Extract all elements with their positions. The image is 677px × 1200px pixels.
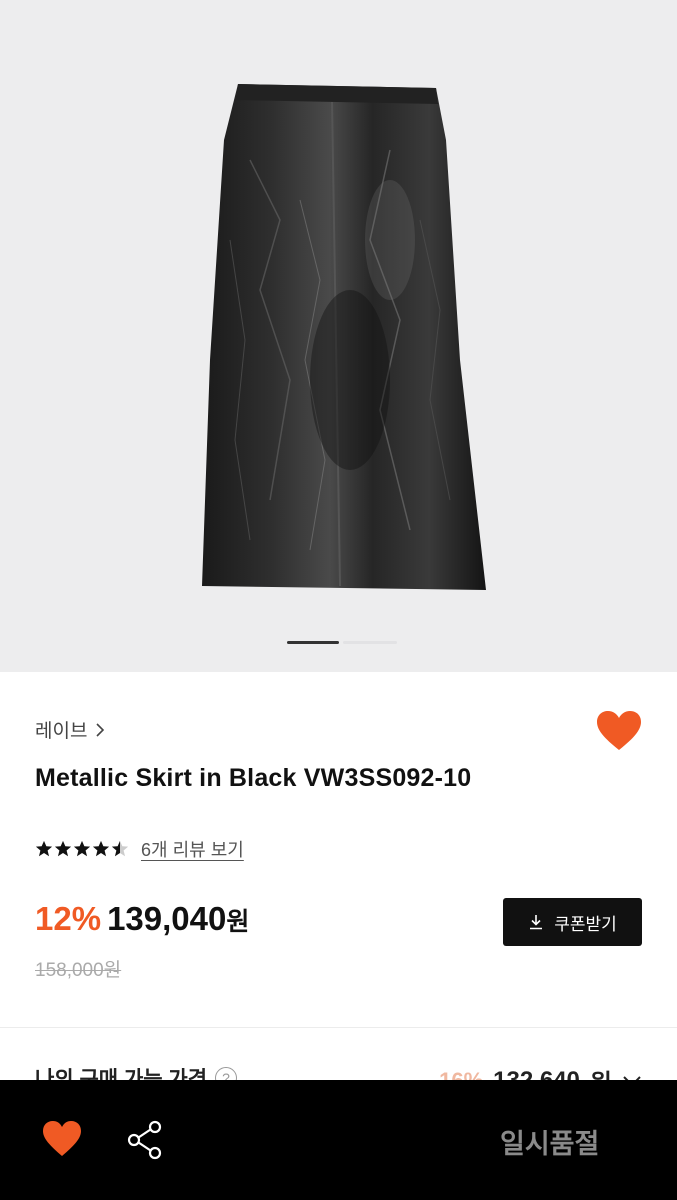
- star-icon: [54, 840, 72, 857]
- rating-row: 6개 리뷰 보기: [35, 836, 244, 862]
- currency-unit: 원: [226, 908, 250, 936]
- reviews-link[interactable]: 6개 리뷰 보기: [141, 836, 244, 862]
- brand-link[interactable]: 레이브: [35, 716, 105, 743]
- share-icon[interactable]: [127, 1120, 163, 1160]
- pager-dot[interactable]: [343, 641, 397, 644]
- original-price: 158,000원: [35, 960, 122, 981]
- coupon-label: 쿠폰받기: [554, 914, 617, 934]
- star-icon: [92, 840, 110, 857]
- sale-price: 139,040: [107, 900, 227, 937]
- product-image: [202, 84, 486, 590]
- star-half-icon: [111, 840, 129, 857]
- rating-stars: [35, 840, 129, 858]
- heart-icon[interactable]: [42, 1120, 82, 1158]
- discount-rate: 12%: [35, 900, 102, 937]
- download-icon: [530, 915, 543, 930]
- section-divider: [0, 1027, 677, 1028]
- product-page: 레이브 Metallic Skirt in Black VW3SS092-10 …: [0, 0, 677, 1200]
- heart-icon[interactable]: [596, 710, 642, 752]
- brand-name: 레이브: [35, 721, 88, 742]
- price-row: 12% 139,040 원: [35, 900, 249, 938]
- gallery-pager[interactable]: [287, 641, 397, 645]
- sold-out-button[interactable]: 일시품절: [500, 1122, 599, 1161]
- star-icon: [35, 840, 53, 857]
- chevron-right-icon: [96, 722, 105, 737]
- product-image-gallery[interactable]: [0, 0, 677, 672]
- product-title: Metallic Skirt in Black VW3SS092-10: [35, 764, 472, 792]
- star-icon: [73, 840, 91, 857]
- pager-dot-active[interactable]: [287, 641, 339, 644]
- coupon-download-button[interactable]: 쿠폰받기: [503, 898, 642, 946]
